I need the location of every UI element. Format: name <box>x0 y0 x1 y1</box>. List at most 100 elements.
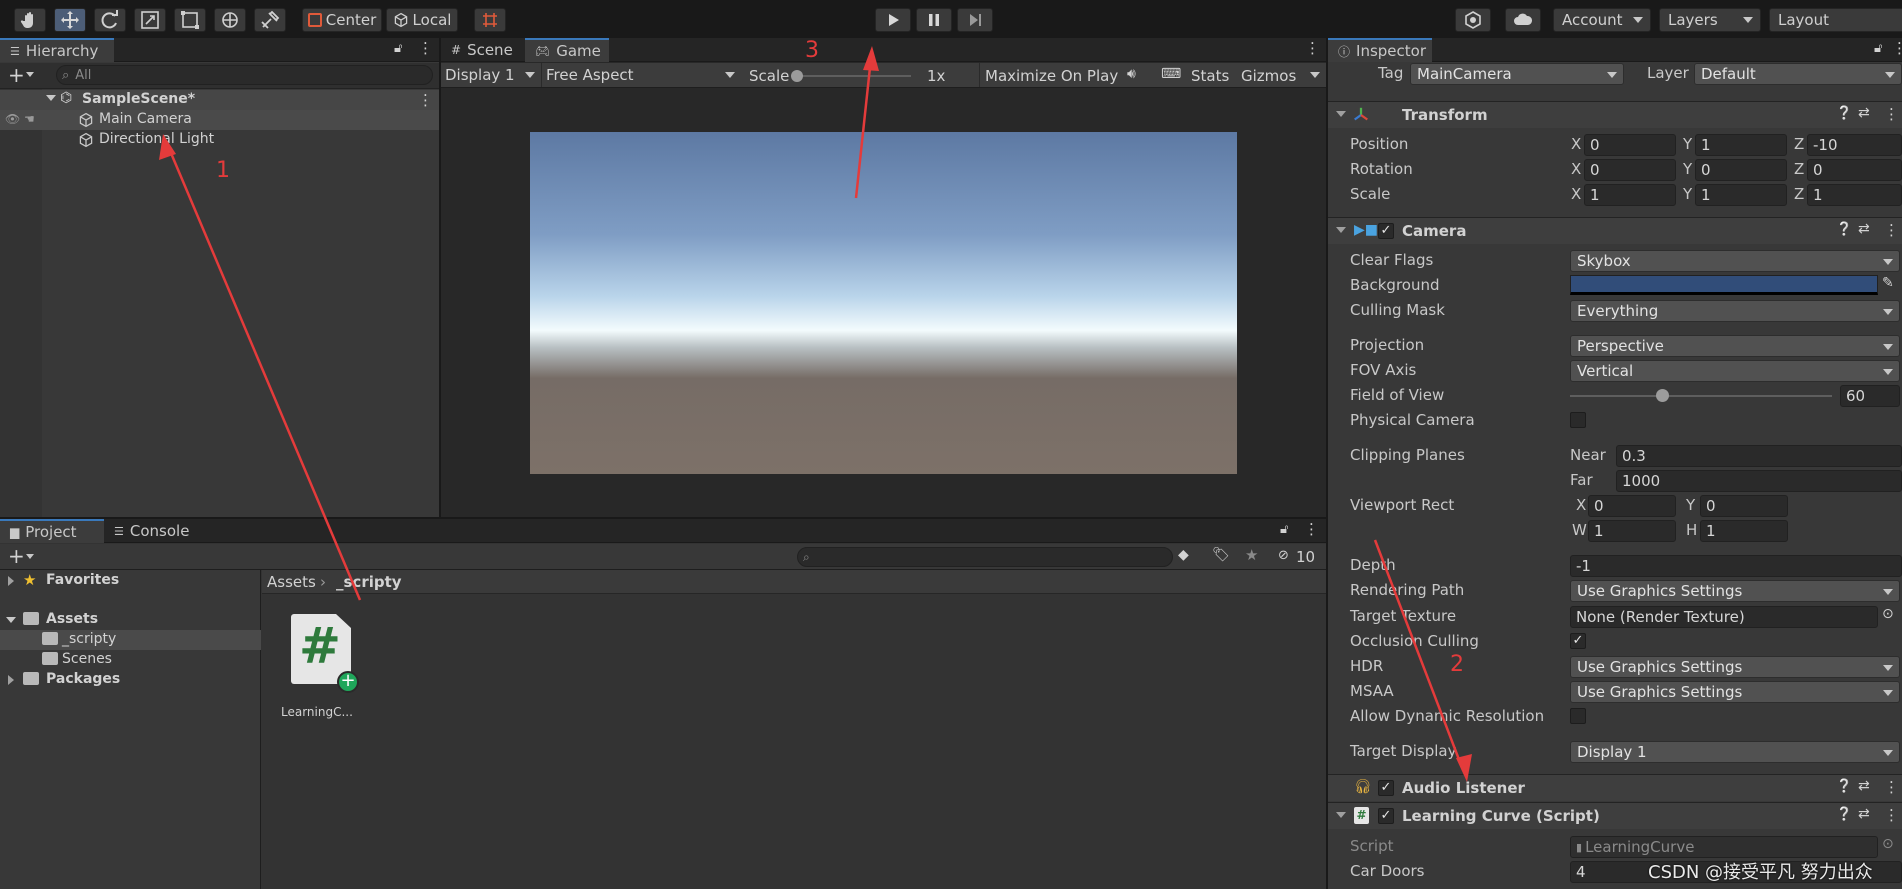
presets-icon[interactable]: ⇄ <box>1858 806 1870 822</box>
dynamic-resolution-checkbox[interactable] <box>1570 708 1586 724</box>
rendering-path-dropdown[interactable]: Use Graphics Settings <box>1570 580 1900 602</box>
tab-hierarchy[interactable]: ☰ Hierarchy <box>0 38 114 62</box>
tab-project[interactable]: ▆ Project <box>0 519 104 543</box>
presets-icon[interactable]: ⇄ <box>1858 221 1870 237</box>
culling-mask-dropdown[interactable]: Everything <box>1570 300 1900 322</box>
transform-header[interactable]: Transform ❔ ⇄ ⋮ <box>1328 101 1902 128</box>
far-field[interactable]: 1000 <box>1616 470 1902 492</box>
account-dropdown[interactable]: Account <box>1553 8 1651 32</box>
layer-dropdown[interactable]: Default <box>1694 63 1902 85</box>
rect-tool-button[interactable] <box>174 8 206 32</box>
transform-tool-button[interactable] <box>214 8 246 32</box>
tree-item-assets[interactable]: Assets <box>0 610 261 630</box>
projection-dropdown[interactable]: Perspective <box>1570 335 1900 357</box>
hierarchy-search-input[interactable]: ⌕ All <box>56 65 433 85</box>
help-icon[interactable]: ❔ <box>1836 807 1852 822</box>
position-x-field[interactable]: 0 <box>1584 134 1676 156</box>
asset-learningcurve[interactable]: # + LearningC... <box>280 614 360 724</box>
tab-console[interactable]: ☰ Console <box>104 519 200 543</box>
fov-axis-dropdown[interactable]: Vertical <box>1570 360 1900 382</box>
scene-more-icon[interactable]: ⋮ <box>418 91 433 109</box>
fov-slider[interactable] <box>1570 389 1832 402</box>
layers-dropdown[interactable]: Layers <box>1659 8 1761 32</box>
fov-slider-knob[interactable] <box>1655 389 1669 402</box>
component-menu-icon[interactable]: ⋮ <box>1884 221 1899 239</box>
component-menu-icon[interactable]: ⋮ <box>1884 778 1899 796</box>
msaa-dropdown[interactable]: Use Graphics Settings <box>1570 681 1900 703</box>
more-options-icon[interactable]: ⋮ <box>1892 39 1902 57</box>
breadcrumb-item-assets[interactable]: Assets <box>267 573 316 591</box>
scale-slider[interactable] <box>791 70 911 82</box>
depth-field[interactable]: -1 <box>1570 555 1902 577</box>
target-display-dropdown[interactable]: Display 1 <box>1570 741 1900 763</box>
expand-arrow-icon[interactable] <box>6 617 16 623</box>
add-dropdown-arrow-icon[interactable] <box>26 72 34 77</box>
keyboard-icon[interactable]: ⌨ <box>1161 66 1181 82</box>
fov-field[interactable]: 60 <box>1840 385 1900 407</box>
expand-arrow-icon[interactable] <box>8 576 14 586</box>
audio-listener-enabled-checkbox[interactable]: ✓ <box>1378 780 1394 796</box>
camera-header[interactable]: ▶■ ✓ Camera ❔ ⇄ ⋮ <box>1328 217 1902 244</box>
clear-flags-dropdown[interactable]: Skybox <box>1570 250 1900 272</box>
step-button[interactable] <box>957 8 993 32</box>
camera-enabled-checkbox[interactable]: ✓ <box>1378 223 1394 239</box>
more-options-icon[interactable]: ⋮ <box>1305 39 1320 57</box>
scale-z-field[interactable]: 1 <box>1807 184 1902 206</box>
add-icon[interactable]: + <box>8 544 25 568</box>
tree-item-packages[interactable]: Packages <box>0 670 261 690</box>
component-menu-icon[interactable]: ⋮ <box>1884 105 1899 123</box>
rotation-y-field[interactable]: 0 <box>1695 159 1787 181</box>
viewport-h-field[interactable]: 1 <box>1700 520 1788 542</box>
stats-toggle[interactable]: Stats <box>1191 67 1229 85</box>
rotation-x-field[interactable]: 0 <box>1584 159 1676 181</box>
tab-scene[interactable]: # Scene <box>441 38 525 62</box>
help-icon[interactable]: ❔ <box>1836 779 1852 794</box>
viewport-x-field[interactable]: 0 <box>1588 495 1676 517</box>
add-dropdown-arrow-icon[interactable] <box>26 554 34 559</box>
scale-tool-button[interactable] <box>134 8 166 32</box>
expand-arrow-icon[interactable] <box>46 95 56 101</box>
scale-y-field[interactable]: 1 <box>1695 184 1787 206</box>
layout-dropdown[interactable]: Layout <box>1769 8 1902 32</box>
visibility-eye-icon[interactable]: 👁︎ <box>5 112 20 126</box>
speaker-icon[interactable]: 🔊︎ <box>1127 66 1136 82</box>
presets-icon[interactable]: ⇄ <box>1858 105 1870 121</box>
grid-snap-button[interactable] <box>474 8 506 32</box>
hidden-packages-icon[interactable]: ⊘ <box>1278 548 1289 563</box>
add-icon[interactable]: + <box>8 63 25 87</box>
pause-button[interactable] <box>916 8 952 32</box>
maximize-on-play-toggle[interactable]: Maximize On Play <box>985 67 1118 85</box>
game-viewport[interactable] <box>530 132 1237 474</box>
tab-game[interactable]: 🎮︎ Game <box>525 38 609 62</box>
label-tag-icon[interactable]: 🏷︎ <box>1212 547 1230 563</box>
background-color-swatch[interactable] <box>1570 275 1878 295</box>
aspect-dropdown[interactable]: Free Aspect <box>541 63 739 87</box>
target-texture-field[interactable]: None (Render Texture) <box>1570 606 1878 628</box>
occlusion-culling-checkbox[interactable]: ✓ <box>1570 633 1586 649</box>
position-z-field[interactable]: -10 <box>1807 134 1902 156</box>
component-menu-icon[interactable]: ⋮ <box>1884 806 1899 824</box>
scale-slider-knob[interactable] <box>791 70 803 82</box>
play-button[interactable] <box>875 8 911 32</box>
favorite-star-icon[interactable]: ★ <box>1245 546 1258 564</box>
filter-type-icon[interactable]: ◆ <box>1178 547 1189 563</box>
gizmos-toggle[interactable]: Gizmos <box>1241 67 1296 85</box>
tab-inspector[interactable]: ⓘ Inspector <box>1328 38 1432 62</box>
lock-icon[interactable]: 🔓︎ <box>394 41 402 56</box>
eyedropper-icon[interactable]: ✎ <box>1882 275 1894 291</box>
lock-icon[interactable]: 🔓︎ <box>1874 41 1882 56</box>
pivot-center-button[interactable]: Center <box>302 8 382 32</box>
object-picker-icon[interactable]: ⊙ <box>1882 606 1894 622</box>
script-component-header[interactable]: # ✓ Learning Curve (Script) ❔ ⇄ ⋮ <box>1328 802 1902 829</box>
physical-camera-checkbox[interactable] <box>1570 412 1586 428</box>
lock-icon[interactable]: 🔓︎ <box>1280 522 1288 537</box>
presets-icon[interactable]: ⇄ <box>1858 778 1870 794</box>
expand-arrow-icon[interactable] <box>8 675 14 685</box>
dropdown-arrow-icon[interactable] <box>1310 72 1320 78</box>
collapse-arrow-icon[interactable] <box>1336 812 1346 818</box>
script-enabled-checkbox[interactable]: ✓ <box>1378 808 1394 824</box>
help-icon[interactable]: ❔ <box>1836 222 1852 237</box>
help-icon[interactable]: ❔ <box>1836 106 1852 121</box>
collab-button[interactable] <box>1455 8 1491 32</box>
display-dropdown[interactable]: Display 1 <box>441 63 539 87</box>
